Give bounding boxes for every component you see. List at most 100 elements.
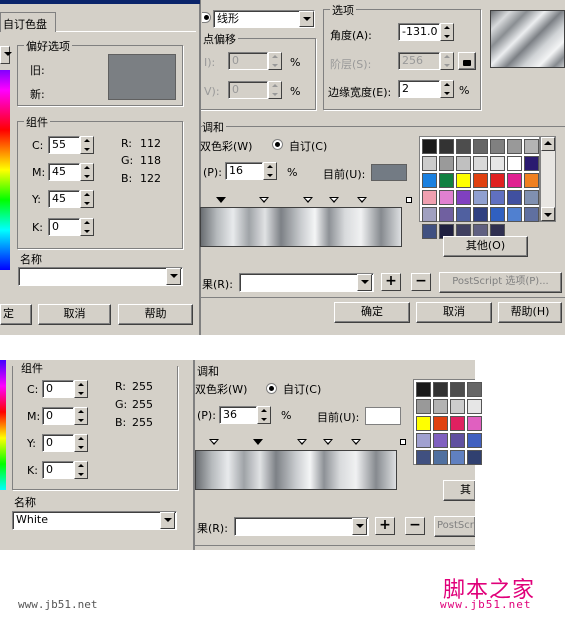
palette-swatch[interactable]	[416, 416, 431, 431]
palette-swatch[interactable]	[473, 156, 488, 171]
bottom-name-dropdown-button[interactable]	[160, 512, 175, 529]
custom-option-label[interactable]: 自订(C)	[289, 138, 327, 154]
steps-lock-button[interactable]	[458, 52, 476, 70]
bottom-spectrum-strip[interactable]	[0, 360, 6, 490]
angle-input[interactable]: -131.0	[398, 23, 440, 41]
bottom-other-button[interactable]: 其	[443, 480, 475, 501]
palette-swatch[interactable]	[439, 156, 454, 171]
bottom-current-color-swatch[interactable]	[365, 407, 401, 425]
y-spinner[interactable]	[80, 190, 94, 208]
palette-swatch[interactable]	[456, 207, 471, 222]
palette-swatch[interactable]	[433, 450, 448, 465]
gradient-marker-4[interactable]	[357, 197, 367, 203]
bottom-postscript-button[interactable]: PostScr	[434, 516, 475, 537]
edge-pad-input[interactable]: 2	[398, 80, 440, 98]
palette-swatch[interactable]	[439, 139, 454, 154]
palette-swatch[interactable]	[467, 433, 482, 448]
palette-swatch[interactable]	[456, 190, 471, 205]
palette-swatch[interactable]	[416, 433, 431, 448]
y-input[interactable]: 45	[48, 190, 80, 208]
other-button[interactable]: 其他(O)	[443, 236, 528, 257]
bottom-remove-preset-button[interactable]: −	[405, 517, 425, 535]
palette-swatch[interactable]	[439, 190, 454, 205]
palette-swatch[interactable]	[450, 399, 465, 414]
bottom-gradient-marker-1[interactable]	[253, 439, 263, 445]
palette-swatch[interactable]	[467, 416, 482, 431]
palette-swatch[interactable]	[507, 139, 522, 154]
bottom-presets-combo[interactable]	[234, 517, 369, 536]
bottom-add-preset-button[interactable]: +	[375, 517, 395, 535]
palette-swatch[interactable]	[456, 139, 471, 154]
angle-spinner[interactable]	[440, 23, 454, 41]
palette-swatch[interactable]	[450, 416, 465, 431]
palette-grid-top[interactable]	[419, 136, 540, 239]
palette-swatch[interactable]	[422, 224, 437, 239]
name-dropdown-button[interactable]	[166, 268, 181, 285]
gradient-marker-1[interactable]	[259, 197, 269, 203]
palette-swatch[interactable]	[450, 433, 465, 448]
bottom-k-spinner[interactable]	[74, 461, 88, 479]
palette-swatch[interactable]	[524, 207, 539, 222]
gradient-marker-0[interactable]	[216, 197, 226, 203]
tab-custom-palette[interactable]: 自订色盘	[0, 12, 56, 32]
two-color-option[interactable]: 双色彩(W)	[200, 138, 252, 154]
palette-dropdown-button[interactable]	[0, 46, 12, 64]
palette-swatch[interactable]	[490, 207, 505, 222]
ok-button[interactable]: 确定	[334, 302, 410, 323]
bottom-gradient-bar[interactable]	[195, 450, 397, 490]
palette-swatch[interactable]	[456, 156, 471, 171]
palette-swatch[interactable]	[490, 190, 505, 205]
palette-swatch[interactable]	[524, 156, 539, 171]
presets-combo[interactable]	[239, 273, 374, 292]
palette-swatch[interactable]	[422, 173, 437, 188]
bottom-k-input[interactable]: 0	[42, 461, 74, 479]
palette-swatch[interactable]	[507, 207, 522, 222]
gradient-marker-3[interactable]	[329, 197, 339, 203]
palette-swatch[interactable]	[416, 450, 431, 465]
bottom-custom-radio[interactable]	[266, 383, 277, 394]
bottom-gradient-marker-3[interactable]	[323, 439, 333, 445]
palette-swatch[interactable]	[473, 190, 488, 205]
name-combo[interactable]	[18, 267, 183, 286]
palette-swatch[interactable]	[433, 433, 448, 448]
palette-swatch[interactable]	[450, 450, 465, 465]
palette-swatch[interactable]	[422, 190, 437, 205]
position-input[interactable]: 16	[225, 162, 263, 180]
palette-swatch[interactable]	[473, 207, 488, 222]
bottom-position-input[interactable]: 36	[219, 406, 257, 424]
palette-swatch[interactable]	[473, 139, 488, 154]
ok-button-left[interactable]: 定	[0, 304, 32, 325]
k-input[interactable]: 0	[48, 218, 80, 236]
type-dropdown-button[interactable]	[299, 11, 314, 27]
gradient-bar[interactable]	[200, 207, 402, 247]
palette-swatch[interactable]	[433, 416, 448, 431]
palette-swatch[interactable]	[433, 382, 448, 397]
gradient-marker-2[interactable]	[303, 197, 313, 203]
bottom-y-input[interactable]: 0	[42, 434, 74, 452]
m-spinner[interactable]	[80, 163, 94, 181]
remove-preset-button[interactable]: −	[411, 273, 431, 291]
edge-pad-spinner[interactable]	[440, 80, 454, 98]
color-spectrum-strip[interactable]	[0, 70, 10, 270]
palette-swatch[interactable]	[456, 173, 471, 188]
palette-swatch[interactable]	[467, 382, 482, 397]
help-button-left[interactable]: 帮助	[118, 304, 193, 325]
k-spinner[interactable]	[80, 218, 94, 236]
palette-swatch[interactable]	[507, 156, 522, 171]
bottom-position-spinner[interactable]	[257, 406, 271, 424]
c-spinner[interactable]	[80, 136, 94, 154]
palette-swatch[interactable]	[473, 173, 488, 188]
current-color-swatch[interactable]	[371, 164, 407, 181]
bottom-presets-dropdown-button[interactable]	[352, 518, 367, 535]
custom-radio[interactable]	[272, 139, 283, 150]
bottom-custom-option-label[interactable]: 自订(C)	[283, 381, 321, 397]
bottom-m-input[interactable]: 0	[42, 407, 74, 425]
palette-grid-bottom[interactable]	[413, 379, 482, 465]
bottom-gradient-marker-0[interactable]	[209, 439, 219, 445]
bottom-m-spinner[interactable]	[74, 407, 88, 425]
bottom-y-spinner[interactable]	[74, 434, 88, 452]
presets-dropdown-button[interactable]	[357, 274, 372, 291]
palette-swatch[interactable]	[467, 450, 482, 465]
palette-swatch[interactable]	[433, 399, 448, 414]
palette-swatch[interactable]	[507, 173, 522, 188]
